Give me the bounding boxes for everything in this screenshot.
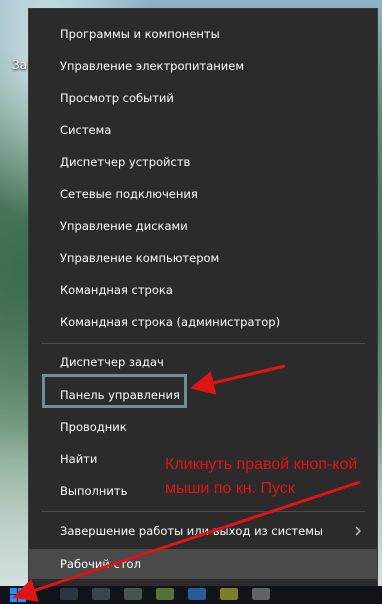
menu-separator [41,343,365,344]
menu-item-label: Диспетчер устройств [60,155,191,169]
desktop-icon-label[interactable]: За [12,58,27,72]
menu-item-label: Завершение работы или выход из системы [60,524,323,538]
taskbar-app-icon[interactable] [156,588,174,600]
menu-item-label: Выполнить [60,484,128,498]
chevron-right-icon [355,526,361,536]
menu-item-label: Просмотр событий [60,91,174,105]
menu-item-power[interactable]: Управление электропитанием [29,51,377,81]
taskbar-app-icon[interactable] [252,588,270,600]
control-panel-highlight-box [42,374,187,408]
taskbar-pinned-apps [60,588,270,602]
menu-item-label: Управление электропитанием [60,59,244,73]
menu-item-system[interactable]: Система [29,115,377,145]
menu-item-cmd[interactable]: Командная строка [29,275,377,305]
annotation-text: Кликнуть правой кноп-кой мыши по кн. Пус… [165,456,358,497]
menu-item-cmd-admin[interactable]: Командная строка (администратор) [29,307,377,337]
menu-item-network[interactable]: Сетевые подключения [29,179,377,209]
menu-item-label: Управление дисками [60,219,188,233]
menu-item-programs[interactable]: Программы и компоненты [29,19,377,49]
menu-item-label: Рабочий стол [60,557,141,571]
menu-item-label: Программы и компоненты [60,27,220,41]
menu-item-label: Командная строка [60,283,173,297]
menu-item-explorer[interactable]: Проводник [29,412,377,442]
menu-item-computer-management[interactable]: Управление компьютером [29,243,377,273]
menu-separator [41,511,365,512]
winx-context-menu: Программы и компоненты Управление электр… [28,8,378,588]
menu-item-desktop[interactable]: Рабочий стол [29,549,377,579]
taskbar-app-icon[interactable] [92,588,110,600]
menu-item-label: Найти [60,452,98,466]
menu-item-label: Система [60,123,112,137]
menu-item-shutdown[interactable]: Завершение работы или выход из системы [29,516,377,546]
taskbar-app-icon[interactable] [188,588,206,600]
taskbar-app-icon[interactable] [124,588,142,600]
menu-item-task-manager[interactable]: Диспетчер задач [29,347,377,377]
taskbar [0,586,382,604]
menu-item-label: Командная строка (администратор) [60,315,281,329]
menu-item-label: Управление компьютером [60,251,220,265]
menu-item-disks[interactable]: Управление дисками [29,211,377,241]
taskbar-app-icon[interactable] [220,588,238,600]
windows-start-icon[interactable] [10,588,26,602]
menu-item-label: Диспетчер задач [60,355,164,369]
menu-item-label: Сетевые подключения [60,187,198,201]
menu-item-label: Проводник [60,420,127,434]
menu-item-events[interactable]: Просмотр событий [29,83,377,113]
taskbar-app-icon[interactable] [60,588,78,600]
menu-item-devices[interactable]: Диспетчер устройств [29,147,377,177]
